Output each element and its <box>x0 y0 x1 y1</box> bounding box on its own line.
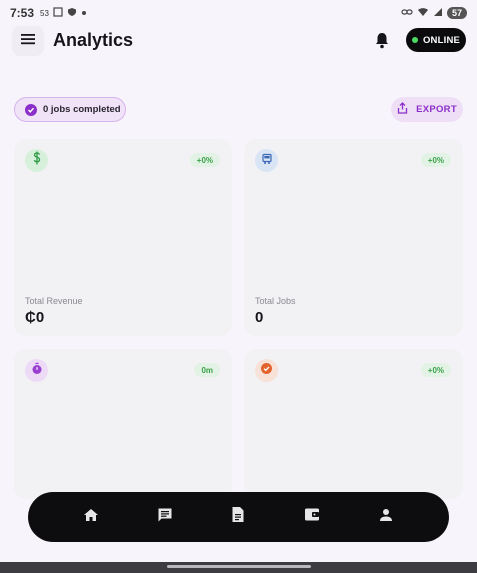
jobs-delta-badge: +0% <box>420 153 451 167</box>
timer-icon <box>31 362 43 380</box>
jobs-completed-chip: 0 jobs completed <box>14 97 126 122</box>
export-label: EXPORT <box>416 104 457 115</box>
notification-count: 53 <box>40 8 49 18</box>
gesture-handle[interactable] <box>167 565 311 568</box>
wallet-icon <box>304 507 320 527</box>
nav-messages[interactable] <box>154 506 176 528</box>
time-delta-badge: 0m <box>194 363 220 377</box>
status-time: 7:53 <box>10 6 35 20</box>
check-circle-icon <box>25 103 37 116</box>
revenue-label: Total Revenue <box>25 296 83 306</box>
status-bar: 7:53 53 57 <box>0 0 477 26</box>
link-icon <box>401 6 413 20</box>
dot-icon <box>81 8 87 19</box>
jobs-completed-text: 0 jobs completed <box>43 104 121 115</box>
screenshot-icon <box>53 6 63 20</box>
export-button[interactable]: EXPORT <box>391 97 463 122</box>
bottom-navigation <box>28 492 449 542</box>
nav-home[interactable] <box>80 506 102 528</box>
jobs-value: 0 <box>255 309 264 326</box>
signal-icon <box>433 6 443 20</box>
page-title: Analytics <box>53 30 134 50</box>
nav-wallet[interactable] <box>301 506 323 528</box>
share-icon <box>397 102 408 117</box>
jobs-label: Total Jobs <box>255 296 296 306</box>
nav-documents[interactable] <box>227 506 249 528</box>
document-icon <box>231 506 245 528</box>
jobs-card[interactable]: +0% Total Jobs 0 <box>244 139 463 336</box>
hamburger-icon <box>21 32 35 50</box>
rating-icon-badge <box>255 359 278 382</box>
truck-icon <box>261 152 273 170</box>
revenue-value: ₵0 <box>25 309 45 326</box>
person-icon <box>379 508 393 527</box>
dollar-icon <box>32 151 42 170</box>
wifi-icon <box>417 6 429 20</box>
revenue-card[interactable]: +0% Total Revenue ₵0 <box>14 139 232 336</box>
badge-check-icon <box>260 362 273 380</box>
online-status-toggle[interactable]: ONLINE <box>406 28 466 52</box>
rating-card[interactable]: +0% <box>244 349 463 499</box>
time-icon-badge <box>25 359 48 382</box>
shield-icon <box>67 7 77 20</box>
battery-indicator: 57 <box>446 7 467 19</box>
notifications-bell-icon[interactable] <box>374 32 394 52</box>
rating-delta-badge: +0% <box>420 363 451 377</box>
home-icon <box>83 508 99 527</box>
revenue-delta-badge: +0% <box>189 153 220 167</box>
time-card[interactable]: 0m <box>14 349 232 499</box>
jobs-icon-badge <box>255 149 278 172</box>
revenue-icon-badge <box>25 149 48 172</box>
menu-button[interactable] <box>12 26 44 56</box>
chat-icon <box>157 507 173 528</box>
app-bar: Analytics ONLINE <box>0 26 477 56</box>
online-dot-icon <box>411 37 418 43</box>
online-label: ONLINE <box>422 34 461 46</box>
nav-profile[interactable] <box>375 506 397 528</box>
